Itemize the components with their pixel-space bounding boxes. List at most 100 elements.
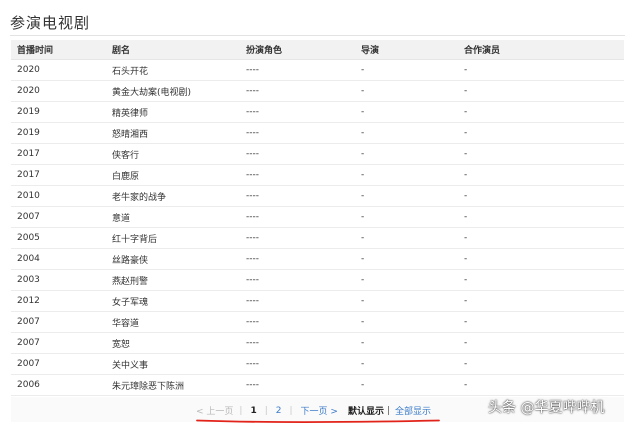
costars-cell: - — [458, 80, 624, 102]
table-row: 2007 关中义事 ---- - - — [11, 353, 624, 375]
title-cell: 华容道 — [106, 311, 240, 333]
title-cell: 意道 — [106, 206, 240, 228]
premiere-year-cell: 2005 — [11, 227, 106, 249]
table-row: 2006 朱元璋除恶下陈洲 ---- - - — [11, 374, 624, 396]
title-cell: 宽恕 — [106, 332, 240, 354]
premiere-year-cell: 2006 — [11, 374, 106, 396]
column-header-premiere-year: 首播时间 — [11, 40, 106, 60]
table-row: 2005 红十字背后 ---- - - — [11, 227, 624, 249]
title-cell: 朱元璋除恶下陈洲 — [106, 374, 240, 396]
costars-cell: - — [458, 185, 624, 207]
title-cell: 老牛家的战争 — [106, 185, 240, 207]
title-cell: 白鹿原 — [106, 164, 240, 186]
table-row: 2020 黄金大劫案(电视剧) ---- - - — [11, 80, 624, 102]
director-cell: - — [355, 80, 458, 102]
director-cell: - — [355, 374, 458, 396]
role-cell: ---- — [240, 185, 355, 207]
table-row: 2003 燕赵刑警 ---- - - — [11, 269, 624, 291]
title-cell: 精英律师 — [106, 101, 240, 123]
premiere-year-cell: 2020 — [11, 59, 106, 81]
title-cell: 侠客行 — [106, 143, 240, 165]
table-row: 2007 宽恕 ---- - - — [11, 332, 624, 354]
table-row: 2020 石头开花 ---- - - — [11, 59, 624, 81]
table-row: 2019 精英律师 ---- - - — [11, 101, 624, 123]
drama-table: 首播时间 剧名 扮演角色 导演 合作演员 2020 石头开花 ---- - -2020 黄… — [11, 40, 624, 396]
title-cell: 丝路豪侠 — [106, 248, 240, 270]
title-cell: 燕赵刑警 — [106, 269, 240, 291]
premiere-year-cell: 2017 — [11, 143, 106, 165]
table-row: 2019 怒晴湘西 ---- - - — [11, 122, 624, 144]
table-row: 2012 女子军魂 ---- - - — [11, 290, 624, 312]
costars-cell: - — [458, 206, 624, 228]
pagination: < 上一页 | 1 | 2 | 下一页 > 默认显示 | 全部显示 — [196, 404, 433, 418]
role-cell: ---- — [240, 101, 355, 123]
director-cell: - — [355, 311, 458, 333]
pager-separator: | — [386, 405, 391, 416]
page-1-button[interactable]: 1 — [248, 406, 258, 416]
role-cell: ---- — [240, 269, 355, 291]
director-cell: - — [355, 332, 458, 354]
premiere-year-cell: 2020 — [11, 80, 106, 102]
costars-cell: - — [458, 269, 624, 291]
costars-cell: - — [458, 227, 624, 249]
role-cell: ---- — [240, 311, 355, 333]
director-cell: - — [355, 353, 458, 375]
director-cell: - — [355, 143, 458, 165]
default-view-button[interactable]: 默认显示 — [348, 404, 384, 417]
director-cell: - — [355, 122, 458, 144]
director-cell: - — [355, 248, 458, 270]
director-cell: - — [355, 269, 458, 291]
watermark-text: 头条 @华夏哔哔机 — [488, 400, 605, 416]
premiere-year-cell: 2010 — [11, 185, 106, 207]
director-cell: - — [355, 206, 458, 228]
table-row: 2007 华容道 ---- - - — [11, 311, 624, 333]
director-cell: - — [355, 164, 458, 186]
director-cell: - — [355, 290, 458, 312]
premiere-year-cell: 2012 — [11, 290, 106, 312]
pager-separator: | — [239, 405, 243, 416]
column-header-role: 扮演角色 — [240, 40, 355, 60]
costars-cell: - — [458, 311, 624, 333]
costars-cell: - — [458, 122, 624, 144]
costars-cell: - — [458, 374, 624, 396]
role-cell: ---- — [240, 143, 355, 165]
role-cell: ---- — [240, 290, 355, 312]
director-cell: - — [355, 227, 458, 249]
role-cell: ---- — [240, 374, 355, 396]
role-cell: ---- — [240, 227, 355, 249]
title-divider — [10, 35, 625, 36]
premiere-year-cell: 2007 — [11, 353, 106, 375]
premiere-year-cell: 2017 — [11, 164, 106, 186]
show-all-button[interactable]: 全部显示 — [393, 404, 433, 417]
title-cell: 黄金大劫案(电视剧) — [106, 80, 240, 102]
premiere-year-cell: 2007 — [11, 332, 106, 354]
title-cell: 女子军魂 — [106, 290, 240, 312]
title-cell: 石头开花 — [106, 59, 240, 81]
section-title: 参演电视剧 — [10, 14, 91, 32]
premiere-year-cell: 2003 — [11, 269, 106, 291]
premiere-year-cell: 2019 — [11, 122, 106, 144]
table-header-row: 首播时间 剧名 扮演角色 导演 合作演员 — [11, 40, 624, 60]
next-page-button[interactable]: 下一页 > — [299, 404, 340, 417]
table-row: 2017 白鹿原 ---- - - — [11, 164, 624, 186]
column-header-director: 导演 — [355, 40, 458, 60]
costars-cell: - — [458, 101, 624, 123]
table-row: 2010 老牛家的战争 ---- - - — [11, 185, 624, 207]
pager-separator: | — [289, 405, 293, 416]
director-cell: - — [355, 185, 458, 207]
costars-cell: - — [458, 248, 624, 270]
title-cell: 怒晴湘西 — [106, 122, 240, 144]
premiere-year-cell: 2004 — [11, 248, 106, 270]
role-cell: ---- — [240, 332, 355, 354]
title-cell: 关中义事 — [106, 353, 240, 375]
table-row: 2007 意道 ---- - - — [11, 206, 624, 228]
costars-cell: - — [458, 143, 624, 165]
role-cell: ---- — [240, 206, 355, 228]
director-cell: - — [355, 101, 458, 123]
costars-cell: - — [458, 290, 624, 312]
premiere-year-cell: 2007 — [11, 206, 106, 228]
role-cell: ---- — [240, 353, 355, 375]
column-header-title: 剧名 — [106, 40, 240, 60]
page-2-button[interactable]: 2 — [274, 406, 284, 416]
costars-cell: - — [458, 332, 624, 354]
